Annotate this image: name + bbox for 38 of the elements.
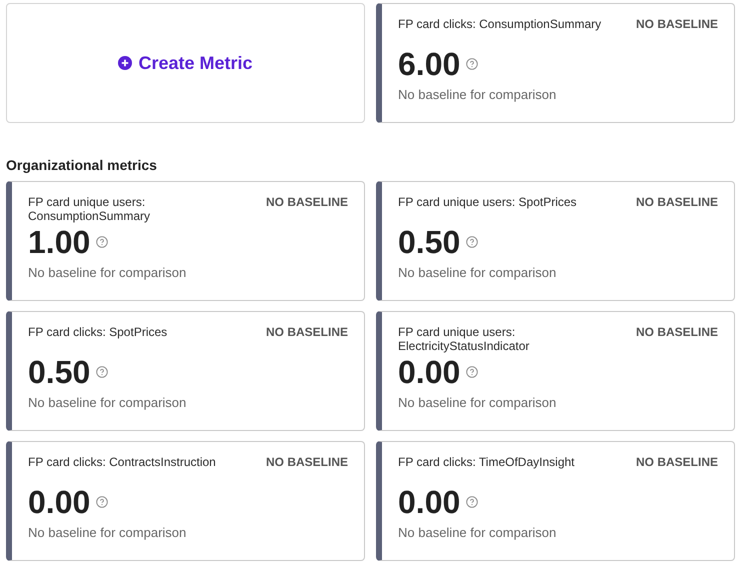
help-icon[interactable] — [466, 236, 478, 248]
metric-title: FP card unique users: ConsumptionSummary — [28, 195, 152, 223]
metric-note: No baseline for comparison — [398, 265, 558, 280]
metric-value: 0.00 — [398, 483, 460, 521]
help-icon[interactable] — [96, 366, 108, 378]
status-label: NO BASELINE — [636, 325, 718, 339]
status-label: NO BASELINE — [266, 455, 348, 469]
metric-value: 0.00 — [28, 483, 90, 521]
metric-note: No baseline for comparison — [398, 525, 558, 540]
help-icon[interactable] — [466, 58, 478, 70]
metric-value: 0.00 — [398, 353, 460, 391]
metric-note: No baseline for comparison — [28, 395, 188, 410]
metric-title: FP card clicks: SpotPrices — [28, 325, 168, 339]
metric-title: FP card unique users: ElectricityStatusIndicator — [398, 325, 530, 353]
metric-note: No baseline for comparison — [28, 525, 188, 540]
metric-note: No baseline for comparison — [398, 87, 558, 102]
status-label: NO BASELINE — [636, 455, 718, 469]
metric-value: 1.00 — [28, 223, 90, 261]
metric-value: 6.00 — [398, 45, 460, 83]
metric-value: 0.50 — [398, 223, 460, 261]
metric-title: FP card clicks: TimeOfDayInsight — [398, 455, 576, 469]
help-icon[interactable] — [466, 496, 478, 508]
help-icon[interactable] — [466, 366, 478, 378]
metric-title: FP card clicks: ConsumptionSummary — [398, 17, 602, 31]
section-title: Organizational metrics — [6, 157, 158, 173]
metric-note: No baseline for comparison — [398, 395, 558, 410]
status-label: NO BASELINE — [266, 325, 348, 339]
metric-value: 0.50 — [28, 353, 90, 391]
metric-title: FP card clicks: ContractsInstruction — [28, 455, 217, 469]
metric-title: FP card unique users: SpotPrices — [398, 195, 578, 209]
status-label: NO BASELINE — [636, 17, 718, 31]
status-label: NO BASELINE — [636, 195, 718, 209]
help-icon[interactable] — [96, 496, 108, 508]
create-metric-button[interactable]: Create Metric — [6, 3, 365, 123]
metric-note: No baseline for comparison — [28, 265, 188, 280]
status-label: NO BASELINE — [266, 195, 348, 209]
plus-circle-icon — [118, 56, 132, 70]
help-icon[interactable] — [96, 236, 108, 248]
